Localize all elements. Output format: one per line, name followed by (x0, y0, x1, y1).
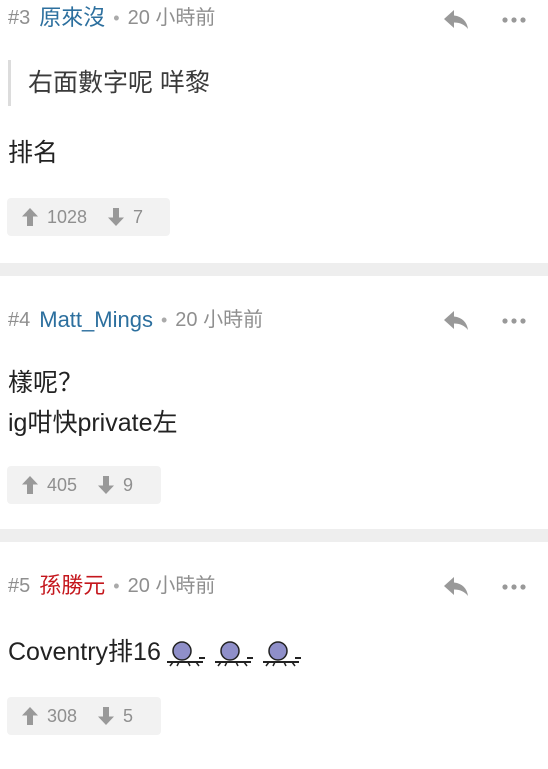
post-number: #4 (8, 309, 31, 331)
vote-bar: 405 9 (7, 466, 161, 504)
post-4: #4 Matt_Mings • 20 小時前 樣呢？ ig咁快private左 … (0, 276, 548, 529)
username-link[interactable]: Matt_Mings (39, 308, 153, 332)
arrow-down-icon (108, 208, 125, 226)
vote-bar: 308 5 (7, 697, 161, 735)
emoji-group (161, 638, 305, 667)
vote-bar: 1028 7 (7, 198, 170, 236)
more-icon (502, 318, 526, 324)
upvote-count: 1028 (47, 206, 88, 227)
more-options-button[interactable] (500, 6, 528, 34)
post-3: #3 原來沒 • 20 小時前 右面數字呢 咩黎 排名 1028 7 (0, 0, 548, 263)
post-time: 20 小時前 (127, 7, 216, 29)
post-meta: #3 原來沒 • 20 小時前 (8, 6, 215, 30)
arrow-up-icon (22, 476, 38, 494)
upvote-count: 405 (47, 474, 78, 495)
more-options-button[interactable] (500, 307, 528, 335)
upvote-button[interactable]: 1028 (21, 207, 87, 228)
arrow-down-icon (98, 707, 115, 725)
reply-icon (444, 10, 468, 29)
username-link[interactable]: 原來沒 (39, 6, 105, 30)
more-options-button[interactable] (500, 573, 528, 601)
crawling-creature-emoji-icon (262, 641, 301, 667)
post-meta: #5 孫勝元 • 20 小時前 (8, 574, 215, 598)
more-icon (502, 17, 526, 23)
reply-button[interactable] (440, 6, 472, 34)
meta-dot: • (113, 8, 120, 28)
post-body-line: ig咁快private左 (8, 409, 178, 437)
post-number: #3 (8, 7, 31, 29)
username-link[interactable]: 孫勝元 (39, 574, 105, 598)
post-time: 20 小時前 (175, 309, 264, 331)
upvote-button[interactable]: 405 (21, 475, 77, 496)
upvote-count: 308 (47, 705, 78, 726)
post-separator (0, 263, 548, 276)
arrow-up-icon (22, 707, 38, 725)
downvote-count: 5 (123, 705, 134, 726)
post-body: Coventry排16 (8, 632, 305, 672)
downvote-button[interactable]: 9 (97, 475, 133, 496)
post-body-line: Coventry排16 (8, 638, 161, 666)
upvote-button[interactable]: 308 (21, 706, 77, 727)
downvote-button[interactable]: 5 (97, 706, 133, 727)
downvote-count: 9 (123, 474, 134, 495)
quoted-text: 右面數字呢 咩黎 (8, 60, 548, 106)
post-body: 排名 (8, 133, 58, 173)
downvote-button[interactable]: 7 (107, 207, 143, 228)
meta-dot: • (113, 576, 120, 596)
arrow-down-icon (98, 476, 115, 494)
reply-button[interactable] (440, 573, 472, 601)
reply-icon (444, 311, 468, 330)
post-separator (0, 529, 548, 542)
post-number: #5 (8, 575, 31, 597)
downvote-count: 7 (133, 206, 144, 227)
meta-dot: • (160, 310, 168, 330)
reply-button[interactable] (440, 307, 472, 335)
post-body: 樣呢？ ig咁快private左 (8, 363, 178, 443)
reply-icon (444, 577, 468, 596)
arrow-up-icon (22, 208, 38, 226)
post-5: #5 孫勝元 • 20 小時前 Coventry排16 308 5 (0, 542, 548, 769)
post-meta: #4 Matt_Mings • 20 小時前 (8, 308, 263, 332)
post-body-line: 排名 (8, 139, 59, 167)
crawling-creature-emoji-icon (166, 641, 205, 667)
post-time: 20 小時前 (127, 575, 216, 597)
post-body-line: 樣呢？ (8, 369, 84, 397)
more-icon (502, 584, 526, 590)
crawling-creature-emoji-icon (214, 641, 253, 667)
